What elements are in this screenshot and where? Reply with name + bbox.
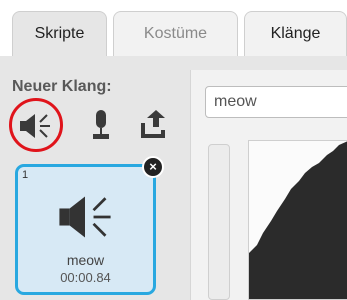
- sound-name-field[interactable]: [205, 86, 347, 118]
- upload-icon: [141, 110, 165, 138]
- sound-duration-label: 00:00.84: [60, 270, 111, 285]
- waveform-shape: [249, 141, 347, 299]
- tab-scripts[interactable]: Skripte: [12, 11, 107, 57]
- speaker-icon: [59, 196, 111, 238]
- upload-sound-button[interactable]: [138, 108, 168, 140]
- sound-name-label: meow: [66, 252, 105, 268]
- new-sound-label: Neuer Klang:: [12, 78, 112, 95]
- sound-number: 1: [22, 169, 29, 181]
- tab-costumes[interactable]: Kostüme: [113, 11, 238, 57]
- tab-bar: Skripte Kostüme Klänge: [0, 0, 347, 57]
- microphone-icon: [93, 110, 109, 139]
- waveform-display[interactable]: [248, 140, 347, 300]
- volume-scrollbar[interactable]: [208, 144, 230, 300]
- highlight-circle: [9, 98, 63, 152]
- delete-sound-button[interactable]: ×: [142, 156, 164, 178]
- record-sound-button[interactable]: [90, 108, 112, 142]
- tab-sounds[interactable]: Klänge: [244, 11, 347, 57]
- sound-item-meow[interactable]: 1 × meow 00:00.84: [15, 156, 164, 295]
